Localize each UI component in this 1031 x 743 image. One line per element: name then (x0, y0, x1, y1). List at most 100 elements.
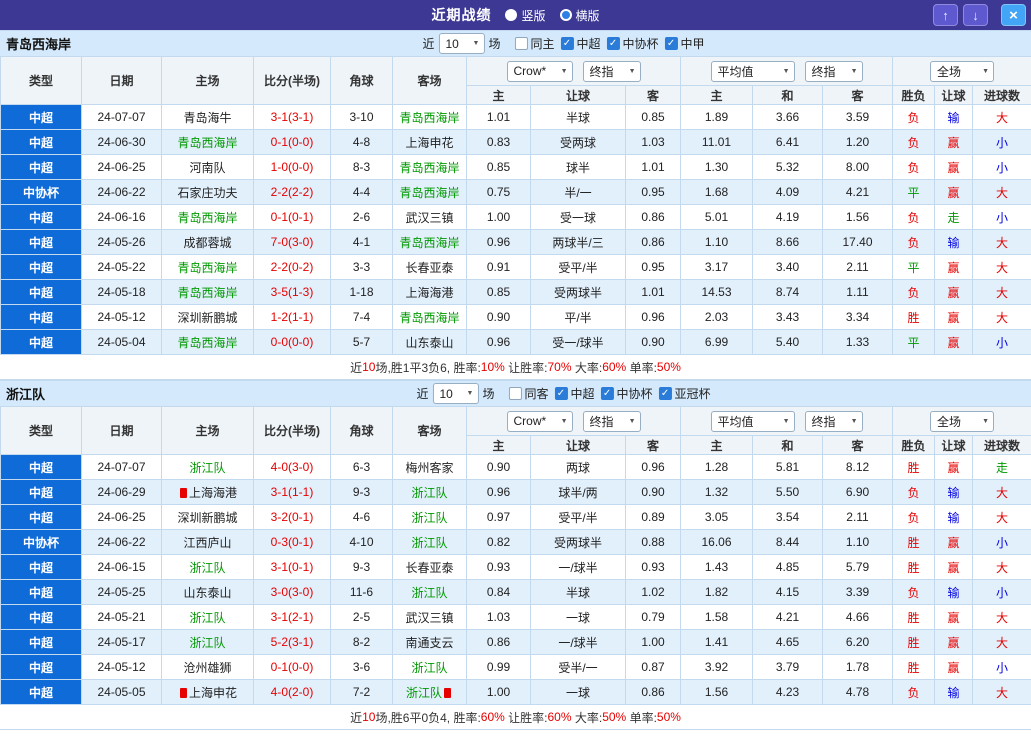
radio-horizontal-dot[interactable] (559, 9, 572, 21)
away-team-cell: 长春亚泰 (392, 554, 467, 580)
bookmaker-select[interactable]: Crow* ▼ (506, 410, 573, 432)
corner-cell: 9-3 (330, 554, 393, 580)
radio-vertical-dot[interactable] (505, 9, 518, 21)
team-name: 浙江队 (189, 635, 226, 650)
avg-home-odds-cell: 16.06 (680, 529, 753, 555)
team-name: 浙江队 (189, 610, 226, 625)
avg-away-odds-cell: 1.20 (822, 129, 893, 155)
result-handicap-cell: 赢 (934, 329, 973, 355)
corner-cell: 7-4 (330, 304, 393, 330)
final-index-select[interactable]: 终指 ▼ (582, 60, 641, 82)
avg-draw-odds-cell: 3.54 (752, 504, 823, 530)
filter-checkbox[interactable]: ✓ 中协杯 (606, 35, 659, 52)
score-cell: 0-1(0-0) (253, 654, 331, 680)
league-type-cell: 中超 (0, 229, 82, 255)
league-filter-group: 同主 ✓ 中超 ✓ 中协杯 ✓ 中甲 (508, 35, 705, 52)
team-name: 成都蓉城 (183, 235, 232, 250)
checkbox-checked-icon[interactable]: ✓ (560, 37, 574, 50)
home-team-cell: 浙江队 (161, 554, 254, 580)
bookmaker-home-odds-cell: 0.96 (466, 479, 531, 505)
date-cell: 24-05-22 (81, 254, 162, 280)
full-match-select[interactable]: 全场 ▼ (930, 60, 995, 82)
team-name: 青岛西海岸 (177, 260, 238, 275)
avg-home-odds-cell: 1.28 (680, 454, 753, 480)
final-index-select[interactable]: 终指 ▼ (582, 410, 641, 432)
score-cell: 3-1(0-1) (253, 554, 331, 580)
games-label: 场 (482, 387, 495, 401)
filter-checkbox[interactable]: 同客 (508, 385, 549, 402)
checkbox-unchecked-icon[interactable] (508, 387, 522, 400)
move-up-button[interactable]: ↑ (933, 4, 958, 26)
bookmaker-home-odds-cell: 0.82 (466, 529, 531, 555)
checkbox-checked-icon[interactable]: ✓ (664, 37, 678, 50)
topbar-buttons: ↑ ↓ × (933, 4, 1026, 26)
score-cell: 0-3(0-1) (253, 529, 331, 555)
move-down-button[interactable]: ↓ (963, 4, 988, 26)
result-outcome-cell: 负 (892, 104, 935, 130)
recent-count-select[interactable]: 10 ▼ (432, 383, 479, 404)
result-outcome-cell: 负 (892, 279, 935, 305)
score-cell: 3-1(1-1) (253, 479, 331, 505)
topbar: 近期战绩 竖版 横版 ↑ ↓ × (0, 0, 1031, 30)
result-header: 全场 ▼ (891, 56, 1031, 86)
final-index-select-2[interactable]: 终指 ▼ (804, 410, 863, 432)
home-team-cell: 江西庐山 (161, 529, 254, 555)
corner-cell: 8-3 (330, 154, 393, 180)
full-match-select[interactable]: 全场 ▼ (930, 410, 995, 432)
checkbox-unchecked-icon[interactable] (514, 37, 528, 50)
home-team-cell: 青岛西海岸 (161, 204, 254, 230)
average-select[interactable]: 平均值 ▼ (710, 60, 795, 82)
avg-draw-odds-cell: 3.43 (752, 304, 823, 330)
bookmaker-select[interactable]: Crow* ▼ (506, 60, 573, 82)
team-name: 青岛海牛 (183, 110, 232, 125)
match-row: 中超 24-06-30 青岛西海岸 0-1(0-0) 4-8 上海申花 0.83… (0, 129, 1031, 155)
radio-vertical[interactable]: 竖版 (505, 7, 546, 24)
radio-horizontal[interactable]: 横版 (559, 7, 600, 24)
score-cell: 3-5(1-3) (253, 279, 331, 305)
filter-checkbox[interactable]: ✓ 中超 (560, 35, 601, 52)
average-select[interactable]: 平均值 ▼ (710, 410, 795, 432)
result-goals-cell: 走 (971, 454, 1031, 480)
subcol-handicap-result: 让球 (934, 85, 973, 105)
handicap-line-cell: 球半 (530, 154, 626, 180)
match-row: 中超 24-05-17 浙江队 5-2(3-1) 8-2 南通支云 0.86 一… (0, 629, 1031, 655)
checkbox-checked-icon[interactable]: ✓ (658, 387, 672, 400)
filter-checkbox[interactable]: ✓ 中甲 (664, 35, 705, 52)
avg-home-odds-cell: 1.10 (680, 229, 753, 255)
bookmaker-home-odds-cell: 0.75 (466, 179, 531, 205)
avg-away-odds-cell: 4.21 (822, 179, 893, 205)
filter-checkbox[interactable]: 同主 (514, 35, 555, 52)
handicap-line-cell: 半球 (530, 104, 626, 130)
avg-draw-odds-cell: 8.44 (752, 529, 823, 555)
checkbox-checked-icon[interactable]: ✓ (554, 387, 568, 400)
recent-count-select[interactable]: 10 ▼ (438, 33, 485, 54)
team-name: 长春亚泰 (405, 560, 454, 575)
date-cell: 24-05-05 (81, 679, 162, 705)
bookmaker-home-odds-cell: 0.96 (466, 329, 531, 355)
filter-checkbox[interactable]: ✓ 中协杯 (600, 385, 653, 402)
results-table: 类型 日期 主场 比分(半场) 角球 客场 Crow* ▼ 终指 ▼ 平均值 ▼… (0, 406, 1031, 705)
result-outcome-cell: 负 (892, 204, 935, 230)
away-team-cell: 青岛西海岸 (392, 179, 467, 205)
corner-cell: 1-18 (330, 279, 393, 305)
result-goals-cell: 大 (971, 479, 1031, 505)
subcol-avg-draw: 和 (752, 85, 823, 105)
checkbox-checked-icon[interactable]: ✓ (600, 387, 614, 400)
date-cell: 24-06-16 (81, 204, 162, 230)
filter-checkbox[interactable]: ✓ 中超 (554, 385, 595, 402)
corner-cell: 4-10 (330, 529, 393, 555)
bookmaker-away-odds-cell: 0.93 (625, 554, 681, 580)
league-type-cell: 中超 (0, 329, 82, 355)
close-button[interactable]: × (1001, 4, 1026, 26)
handicap-line-cell: 受平/半 (530, 504, 626, 530)
checkbox-checked-icon[interactable]: ✓ (606, 37, 620, 50)
avg-draw-odds-cell: 5.32 (752, 154, 823, 180)
date-cell: 24-05-18 (81, 279, 162, 305)
summary-text: 50% (656, 710, 681, 724)
filter-checkbox[interactable]: ✓ 亚冠杯 (658, 385, 711, 402)
bookmaker-home-odds-cell: 0.86 (466, 629, 531, 655)
league-type-cell: 中超 (0, 154, 82, 180)
final-index-select-2[interactable]: 终指 ▼ (804, 60, 863, 82)
corner-cell: 4-4 (330, 179, 393, 205)
team-name: 上海申花 (405, 135, 454, 150)
